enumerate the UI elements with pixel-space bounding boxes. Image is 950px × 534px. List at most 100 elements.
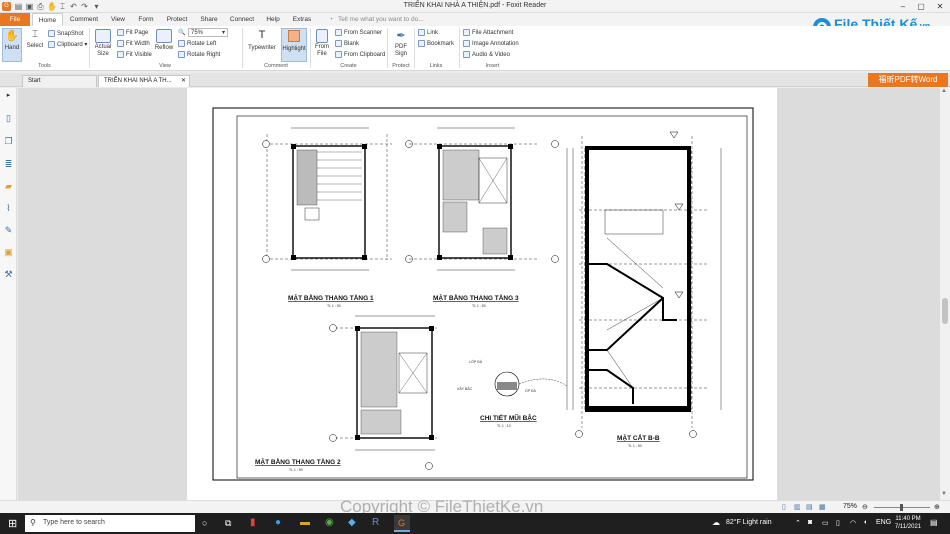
search-icon: ⚲ [30,518,36,527]
convert-to-word-button[interactable]: 福昕PDF转Word [868,73,948,87]
audio-video-label: Audio & Video [472,52,510,59]
fit-visible-button[interactable]: Fit Visible [117,51,152,58]
single-page-icon[interactable]: ▯ [782,503,786,511]
security-lock-icon[interactable]: ▣ [3,247,14,258]
notifications-icon[interactable]: ▤ [930,518,938,527]
zoom-select[interactable]: 75% ▾ [188,28,228,37]
snapshot-button[interactable]: SnapShot [48,30,83,37]
rotate-left-icon [178,40,185,47]
clipboard-paste-icon [335,51,342,58]
highlight-button[interactable]: Highlight [281,28,307,62]
actual-size-button[interactable]: Actual Size [93,29,113,62]
network-icon[interactable]: ▭ [822,519,829,527]
menu-file[interactable]: File [0,13,30,26]
hand-tool-button[interactable]: ✋ Hand [2,28,22,62]
foxit-taskbar-button[interactable]: G [394,515,410,532]
layers-icon[interactable]: ≣ [3,159,14,170]
chrome-icon[interactable]: ◉ [325,517,334,528]
audio-video-button[interactable]: Audio & Video [463,51,510,58]
notification-chevron-icon[interactable]: ⌃ [795,519,801,527]
tools-icon[interactable]: ⚒ [3,269,14,280]
continuous-page-icon[interactable]: ▥ [794,503,801,511]
page-thumbnails-icon[interactable]: ▯ [3,113,14,124]
fit-width-button[interactable]: Fit Width [117,40,150,47]
typewriter-icon: T [258,29,266,41]
menu-protect[interactable]: Protect [161,13,193,26]
zalo-icon[interactable]: ◆ [348,517,356,528]
scroll-down-icon[interactable]: ▼ [941,491,947,497]
volume-icon[interactable]: ◖ [863,519,867,526]
comment-group-label: Comment [264,63,288,69]
close-tab-icon[interactable]: ✕ [181,76,186,87]
scroll-thumb[interactable] [942,298,948,324]
rotate-left-button[interactable]: Rotate Left [178,40,216,47]
zoom-out-icon[interactable]: ⊖ [862,503,868,511]
clock[interactable]: 11:40 PM 7/11/2021 [894,515,922,531]
windows-start-icon[interactable]: ⊞ [8,517,17,530]
tray-app-icon[interactable]: ◙ [808,519,812,526]
zoom-level[interactable]: 75% [843,503,857,510]
wifi-icon[interactable]: ◠ [850,519,856,527]
file-attachment-button[interactable]: File Attachment [463,29,513,36]
bookmark-button[interactable]: Bookmark [418,40,454,47]
windows-taskbar: ⊞ ⚲ Type here to search ○ ⧉ ▮ ● ▬ ◉ ◆ R … [0,513,950,534]
tell-me-search[interactable]: Tell me what you want to do... [338,13,438,26]
taskbar-search[interactable]: ⚲ Type here to search [25,515,195,532]
typewriter-button[interactable]: T Typewriter [246,29,278,62]
menu-help[interactable]: Help [261,13,285,26]
menu-form[interactable]: Form [133,13,159,26]
menu-extras[interactable]: Extras [287,13,317,26]
pdf-sign-button[interactable]: ✒ PDF Sign [391,29,411,62]
office-icon[interactable]: ▮ [250,517,256,528]
tab-document-label: TRIỂN KHAI NHÀ A TH... [104,78,172,84]
pdf-sign-label: PDF Sign [394,44,407,57]
rotate-right-button[interactable]: Rotate Right [178,51,220,58]
plan-1-scale: TL 1 : 50 [327,304,341,308]
zoom-slider-thumb[interactable] [900,504,903,511]
tab-document[interactable]: TRIỂN KHAI NHÀ A TH... ✕ [98,75,190,87]
comments-icon[interactable]: ▰ [3,181,14,192]
task-view-icon[interactable]: ⧉ [225,518,231,529]
image-annotation-button[interactable]: Image Annotation [463,40,519,47]
menu-view[interactable]: View [104,13,132,26]
reflow-button[interactable]: Reflow [154,29,174,62]
cortana-icon[interactable]: ○ [202,518,207,528]
from-scanner-label: From Scanner [344,30,383,37]
section-scale: TL 1 : 50 [628,444,642,448]
zoom-in-icon[interactable]: ⊕ [934,503,940,511]
tab-start[interactable]: Start [22,75,97,87]
fit-page-button[interactable]: Fit Page [117,29,148,36]
detail-title: CHI TIẾT MŨI BẬC [480,412,537,422]
facing-page-icon[interactable]: ▤ [806,503,813,511]
revit-icon[interactable]: R [372,517,379,528]
bookmarks-panel-icon[interactable]: ❐ [3,136,14,147]
from-clipboard-button[interactable]: From Clipboard [335,51,385,58]
zoom-tool-icon[interactable]: 🔍 [178,29,185,36]
pdf-page[interactable]: MẶT BẰNG THANG TẦNG 1 TL 1 : 50 MẶT BẰNG… [187,88,777,500]
battery-icon[interactable]: ▯ [836,519,840,527]
menu-share[interactable]: Share [195,13,223,26]
language-indicator[interactable]: ENG [876,519,891,526]
link-button[interactable]: Link [418,29,438,36]
vertical-scrollbar[interactable]: ▲ ▼ [940,88,950,500]
scroll-up-icon[interactable]: ▲ [941,88,947,94]
from-file-button[interactable]: From File [313,29,331,62]
clipboard-button[interactable]: Clipboard ▾ [48,41,87,48]
signature-icon[interactable]: ✎ [3,225,14,236]
expand-panel-icon[interactable]: ▸ [3,90,14,101]
attachments-icon[interactable]: ⌇ [3,203,14,214]
weather-text[interactable]: 82°F Light rain [726,519,772,526]
menu-connect[interactable]: Connect [225,13,259,26]
blank-page-icon [335,40,342,47]
select-tool-button[interactable]: ⌶ Select [25,29,45,62]
ribbon: ✋ Hand ⌶ Select SnapShot Clipboard ▾ Too… [0,26,950,71]
continuous-facing-icon[interactable]: ▦ [819,503,826,511]
blank-button[interactable]: Blank [335,40,359,47]
svg-text:LỚP ĐÁ: LỚP ĐÁ [469,359,483,364]
edge-icon[interactable]: ● [275,517,281,528]
menu-comment[interactable]: Comment [66,13,102,26]
file-explorer-icon[interactable]: ▬ [300,517,310,528]
select-cursor-icon: ⌶ [32,29,38,40]
from-scanner-button[interactable]: From Scanner [335,29,382,36]
menu-home[interactable]: Home [32,13,63,26]
